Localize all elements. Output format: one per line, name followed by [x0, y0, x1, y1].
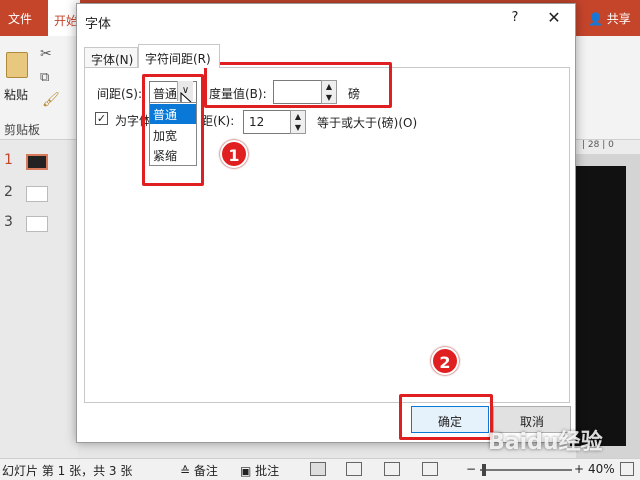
slide-count: 幻灯片 第 1 张，共 3 张	[2, 464, 133, 478]
help-button[interactable]: ?	[505, 10, 525, 30]
slide-number: 2	[4, 184, 13, 200]
share-button[interactable]: 👤 共享	[588, 10, 631, 27]
format-painter-icon[interactable]: 🖌	[42, 92, 60, 108]
kerning-after-label: 等于或大于(磅)(O)	[317, 116, 418, 130]
fit-to-window-icon[interactable]	[620, 462, 634, 476]
tab-font[interactable]: 字体(N)	[84, 47, 138, 68]
paste-icon[interactable]	[6, 52, 28, 78]
slideshow-icon[interactable]	[422, 462, 438, 476]
slide-sorter-icon[interactable]	[346, 462, 362, 476]
zoom-in-button[interactable]: +	[574, 462, 584, 476]
user-icon: 👤	[588, 12, 603, 26]
spacing-label: 间距(S):	[97, 87, 143, 101]
spacing-option-normal[interactable]: 普通	[150, 104, 196, 124]
spacing-dropdown-list: 普通 加宽 紧缩	[149, 102, 197, 166]
slides-pane: 1 2 3	[0, 140, 78, 458]
zoom-slider[interactable]	[480, 469, 572, 471]
reading-view-icon[interactable]	[384, 462, 400, 476]
annotation-badge-2: 2	[431, 347, 459, 375]
close-button[interactable]: ✕	[543, 8, 565, 30]
notes-label: 备注	[193, 464, 218, 478]
share-label: 共享	[606, 12, 631, 26]
zoom-slider-thumb[interactable]	[482, 464, 486, 476]
zoom-level[interactable]: 40%	[588, 462, 615, 476]
copy-icon[interactable]: ⧉	[40, 70, 49, 85]
annotation-box-ok	[399, 394, 493, 440]
normal-view-icon[interactable]	[310, 462, 326, 476]
slide-thumbnail[interactable]	[26, 186, 48, 202]
slide-number: 1	[4, 152, 13, 168]
comments-label: 批注	[255, 464, 280, 478]
watermark: Baidu经验	[488, 430, 603, 455]
annotation-badge-1: 1	[220, 140, 248, 168]
kerning-checkbox[interactable]: ✓	[95, 112, 108, 125]
view-buttons	[306, 461, 446, 479]
slide-thumbnail[interactable]	[26, 154, 48, 170]
cut-icon[interactable]: ✂	[40, 46, 52, 62]
tab-file[interactable]: 文件	[8, 10, 32, 27]
paste-button[interactable]: 粘贴	[4, 86, 28, 103]
spacing-option-condensed[interactable]: 紧缩	[150, 145, 196, 165]
spacing-option-expanded[interactable]: 加宽	[150, 125, 196, 145]
annotation-box-measure	[204, 62, 392, 108]
slide-canvas[interactable]	[570, 166, 626, 446]
clipboard-group-label: 剪贴板	[4, 123, 41, 137]
ruler: | 28 | 0	[576, 140, 640, 154]
kerning-label-tail: 距(K):	[201, 114, 235, 128]
notes-button[interactable]: ≙ 备注	[180, 462, 218, 479]
tab-character-spacing[interactable]: 字符间距(R)	[138, 44, 220, 68]
status-bar: 幻灯片 第 1 张，共 3 张 ≙ 备注 ▣ 批注 − + 40%	[0, 458, 640, 480]
slide-thumbnail[interactable]	[26, 216, 48, 232]
zoom-out-button[interactable]: −	[466, 462, 476, 476]
kerning-input[interactable]: 12	[243, 110, 293, 134]
kerning-spinner[interactable]: ▲ ▼	[290, 110, 306, 134]
slide-number: 3	[4, 214, 13, 230]
comments-button[interactable]: ▣ 批注	[240, 462, 279, 479]
dialog-title: 字体	[85, 17, 112, 32]
